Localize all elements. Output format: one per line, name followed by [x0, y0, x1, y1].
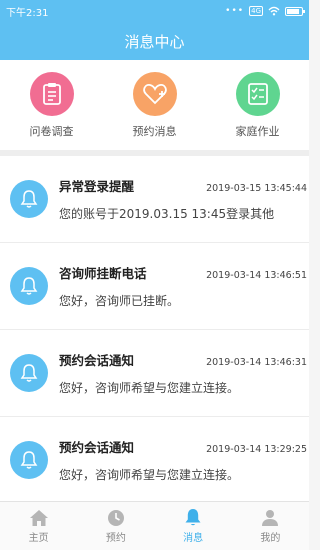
bell-icon — [10, 180, 48, 218]
message-time: 2019-03-15 13:45:44 — [206, 183, 307, 194]
tab-label: 预约 — [105, 532, 126, 544]
tab-home[interactable]: 主页 — [0, 502, 77, 550]
bell-icon — [185, 509, 201, 526]
quick-action-label: 预约消息 — [132, 125, 177, 138]
message-time: 2019-03-14 13:29:25 — [206, 444, 307, 455]
checklist-icon — [235, 72, 280, 116]
bell-icon — [10, 441, 48, 479]
quick-action-label: 问卷调查 — [29, 125, 74, 138]
message-text: 您好，咨询师希望与您建立连接。 — [59, 468, 240, 482]
message-text: 您好，咨询师希望与您建立连接。 — [59, 381, 240, 395]
quick-action-label: 家庭作业 — [235, 125, 280, 138]
wifi-icon — [268, 6, 280, 16]
bell-icon — [10, 267, 48, 305]
message-title: 咨询师挂断电话 — [59, 266, 147, 281]
status-bar: 下午2:31 ••• 4G — [0, 0, 309, 22]
tab-appointment[interactable]: 预约 — [77, 502, 154, 550]
clock-icon — [107, 509, 124, 526]
quick-action-homework[interactable]: 家庭作业 — [206, 60, 309, 150]
bell-icon — [10, 354, 48, 392]
status-icons: ••• 4G — [225, 6, 305, 16]
message-title: 预约会话通知 — [59, 353, 135, 368]
message-item[interactable]: 预约会话通知 2019-03-14 13:46:31 您好，咨询师希望与您建立连… — [0, 330, 309, 417]
message-item[interactable]: 异常登录提醒 2019-03-15 13:45:44 您的账号于2019.03.… — [0, 156, 309, 243]
message-text: 您好，咨询师已挂断。 — [59, 294, 180, 308]
page-title: 消息中心 — [124, 32, 185, 51]
message-title: 异常登录提醒 — [59, 179, 135, 194]
signal-dots: ••• — [225, 6, 245, 16]
tab-messages[interactable]: 消息 — [155, 502, 232, 550]
quick-action-survey[interactable]: 问卷调查 — [0, 60, 103, 150]
clipboard-icon — [29, 72, 74, 116]
network-badge: 4G — [249, 6, 263, 16]
battery-icon — [285, 6, 305, 16]
tab-profile[interactable]: 我的 — [232, 502, 309, 550]
quick-actions: 问卷调查 预约消息 家庭作业 — [0, 60, 309, 150]
message-list: 异常登录提醒 2019-03-15 13:45:44 您的账号于2019.03.… — [0, 156, 309, 501]
tab-label: 消息 — [183, 533, 204, 544]
message-time: 2019-03-14 13:46:31 — [206, 357, 307, 368]
tab-label: 我的 — [260, 532, 281, 544]
home-icon — [29, 509, 48, 526]
message-text: 您的账号于2019.03.15 13:45登录其他 — [59, 207, 275, 221]
message-time: 2019-03-14 13:46:51 — [206, 270, 307, 281]
message-item[interactable]: 预约会话通知 2019-03-14 13:29:25 您好，咨询师希望与您建立连… — [0, 417, 309, 501]
status-time: 下午2:31 — [6, 7, 49, 19]
tab-label: 主页 — [28, 532, 49, 544]
heart-plus-icon — [132, 72, 177, 116]
quick-action-appointments[interactable]: 预约消息 — [103, 60, 206, 150]
message-item[interactable]: 咨询师挂断电话 2019-03-14 13:46:51 您好，咨询师已挂断。 — [0, 243, 309, 330]
message-title: 预约会话通知 — [59, 440, 135, 455]
user-icon — [262, 509, 279, 526]
header-bar: 消息中心 — [0, 22, 309, 60]
bottom-tab-bar: 主页 预约 消息 我的 — [0, 501, 309, 550]
